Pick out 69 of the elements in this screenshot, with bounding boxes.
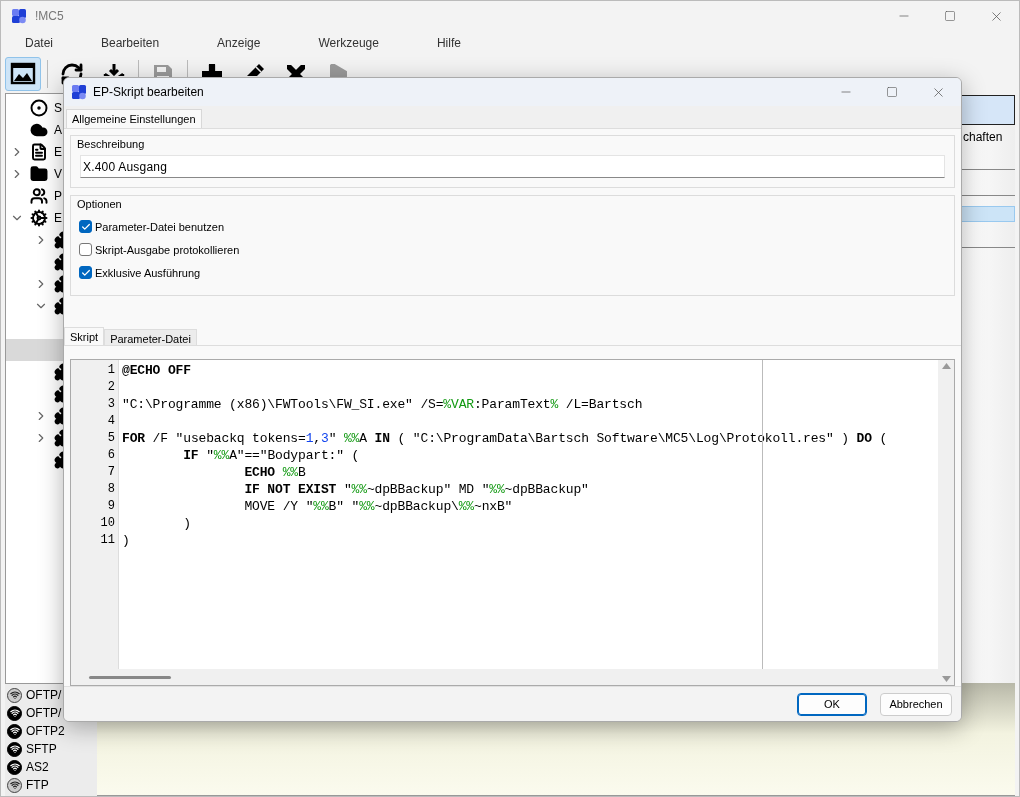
tree-item-label[interactable]: E bbox=[54, 145, 62, 159]
code-line: FOR /F "usebackq tokens=1,3" %%A IN ( "C:\ProgramData\Bartsch Software\MC5\Log\Protokoll.res" ) DO ( bbox=[122, 430, 889, 447]
code-line: MOVE /Y "%%B" "%%~dpBBackup\%%~nxB" bbox=[243, 498, 514, 515]
checkbox[interactable] bbox=[79, 243, 92, 256]
tree-item-label[interactable]: P bbox=[54, 189, 62, 203]
target-icon bbox=[30, 99, 48, 117]
tab[interactable]: Parameter-Datei bbox=[104, 329, 197, 345]
tab[interactable]: Allgemeine Einstellungen bbox=[66, 109, 202, 128]
dialog-button[interactable]: Abbrechen bbox=[880, 692, 952, 716]
maximize-icon[interactable] bbox=[886, 86, 898, 98]
tree-item-label[interactable]: E bbox=[54, 211, 62, 225]
line-number: 1 bbox=[106, 362, 116, 379]
code-line: @ECHO OFF bbox=[122, 362, 192, 379]
document-icon bbox=[30, 143, 48, 161]
folder-icon bbox=[30, 165, 48, 183]
checkbox[interactable] bbox=[79, 220, 92, 233]
code-line: ) bbox=[182, 515, 192, 532]
connection-label[interactable]: OFTP/ bbox=[26, 706, 62, 720]
menu-item[interactable]: Hilfe bbox=[426, 36, 471, 50]
connection-label[interactable]: OFTP/ bbox=[26, 688, 62, 702]
tree-item-label[interactable]: S bbox=[54, 101, 62, 115]
column-heading: chaften bbox=[962, 129, 1003, 144]
line-number: 8 bbox=[106, 481, 116, 498]
line-number: 9 bbox=[106, 498, 116, 515]
app-logo-icon bbox=[71, 84, 87, 100]
scrollbar-thumb[interactable] bbox=[89, 675, 171, 679]
app-logo-icon bbox=[11, 8, 27, 24]
connection-label[interactable]: FTP bbox=[26, 778, 49, 792]
checkbox-label[interactable]: Exklusive Ausführung bbox=[95, 266, 201, 279]
window-gear-icon bbox=[10, 62, 36, 86]
group-label: Beschreibung bbox=[77, 137, 146, 152]
line-number: 6 bbox=[106, 447, 116, 464]
code-line: IF NOT EXIST "%%~dpBBackup" MD "%%~dpBBackup" bbox=[243, 481, 590, 498]
connection-label[interactable]: SFTP bbox=[26, 742, 57, 756]
users-icon bbox=[30, 187, 48, 205]
line-number: 5 bbox=[106, 430, 116, 447]
maximize-icon[interactable] bbox=[944, 10, 956, 22]
menu-item[interactable]: Bearbeiten bbox=[91, 36, 170, 50]
dialog-title: EP-Skript bearbeiten bbox=[93, 85, 204, 99]
checkbox-label[interactable]: Parameter-Datei benutzen bbox=[95, 220, 224, 233]
menu-item[interactable]: Anzeige bbox=[207, 36, 271, 50]
group-label: Optionen bbox=[77, 197, 123, 212]
line-number: 10 bbox=[99, 515, 116, 532]
tree-item-label[interactable]: A bbox=[54, 123, 62, 137]
gears-icon bbox=[30, 209, 48, 227]
cloud-icon bbox=[30, 121, 48, 139]
code-line: IF "%%A"=="Bodypart:" ( bbox=[182, 447, 361, 464]
tab[interactable]: Skript bbox=[64, 327, 105, 345]
code-line: "C:\Programme (x86)\FWTools\FW_SI.exe" /S=%VAR:ParamText% /L=Bartsch bbox=[122, 396, 644, 413]
description-field[interactable]: X.400 Ausgang bbox=[80, 155, 945, 178]
line-number: 11 bbox=[99, 532, 116, 549]
code-line: ) bbox=[122, 532, 131, 549]
menu-item[interactable]: Datei bbox=[15, 36, 63, 50]
checkbox-label[interactable]: Skript-Ausgabe protokollieren bbox=[95, 243, 240, 256]
tree-item-label[interactable]: V bbox=[54, 167, 62, 181]
line-number: 4 bbox=[106, 413, 116, 430]
dialog-button[interactable]: OK bbox=[797, 692, 867, 716]
window-title: !MC5 bbox=[35, 9, 64, 23]
menu-item[interactable]: Werkzeuge bbox=[308, 36, 389, 50]
code-line: ECHO %%B bbox=[243, 464, 307, 481]
line-number: 2 bbox=[106, 379, 116, 396]
line-number: 7 bbox=[106, 464, 116, 481]
script-editor[interactable] bbox=[70, 359, 955, 686]
toolbar-button[interactable] bbox=[5, 57, 41, 91]
connection-label[interactable]: AS2 bbox=[26, 760, 49, 774]
connection-label[interactable]: OFTP2 bbox=[26, 724, 65, 738]
checkbox[interactable] bbox=[79, 266, 92, 279]
panel-header bbox=[959, 95, 1015, 125]
line-number: 3 bbox=[106, 396, 116, 413]
